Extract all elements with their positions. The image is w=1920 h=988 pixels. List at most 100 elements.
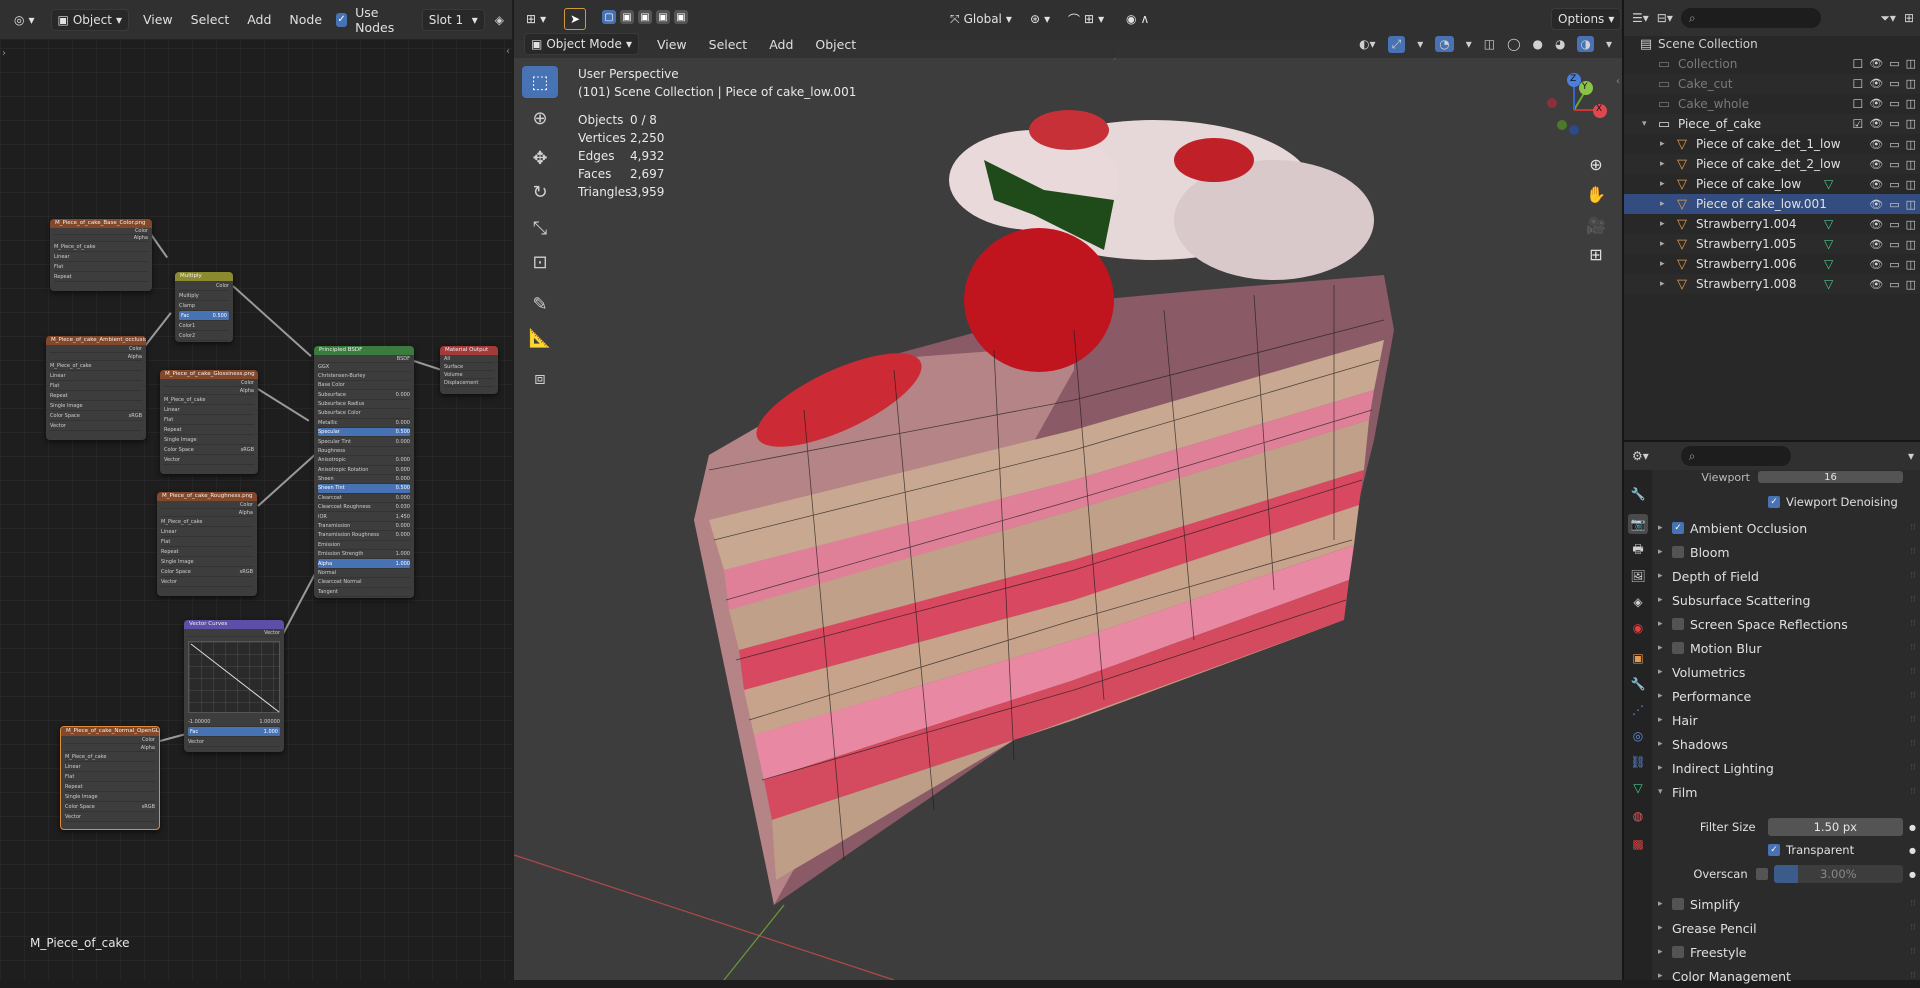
visibility-eye-icon[interactable]: 👁 [1869,138,1883,151]
panel-volumetrics[interactable]: ▸ Volumetrics ⁝⁝ [1658,660,1916,684]
visibility-eye-icon[interactable]: 👁 [1869,97,1883,111]
drag-handle-icon[interactable]: ⁝⁝ [1910,523,1916,533]
expand-right-icon[interactable]: ▸ [1658,595,1672,605]
node-mix-multiply[interactable]: Multiply Color Multiply Clamp Fac 0.500 C… [175,272,233,342]
outliner-search-input[interactable]: ⌕ [1680,8,1821,28]
extension-select[interactable]: Repeat [50,391,142,401]
expand-right-icon[interactable]: ▸ [1658,739,1672,749]
expand-down-icon[interactable]: ▾ [1658,787,1672,797]
viewport-monitor-icon[interactable]: ▭ [1889,158,1899,171]
pivot-point-select[interactable]: ⊛ ▾ [1024,8,1056,30]
navigation-gizmo[interactable]: X Y Z [1534,70,1614,140]
scene-tab-icon[interactable]: ◈ [1628,592,1648,612]
expand-right-icon[interactable]: ▸ [1658,923,1672,933]
socket-color[interactable]: Color [164,379,254,387]
modifier-tab-icon[interactable]: 🔧 [1628,674,1648,694]
panel-enable-checkbox[interactable] [1672,642,1684,654]
render-camera-icon[interactable]: ◫ [1906,117,1916,131]
menu-add[interactable]: Add [765,37,797,52]
socket-bsdf[interactable]: BSDF [318,355,410,363]
measure-tool-icon[interactable]: 📐 [522,322,558,354]
bsdf-input-clearcoat[interactable]: Clearcoat 0.000 [318,494,410,504]
bsdf-input-ior[interactable]: IOR 1.450 [318,512,410,522]
node-image-texture-roughness[interactable]: M_Piece_of_cake_Roughness.png Color Alph… [157,492,257,596]
sidebar-expand-icon[interactable]: ‹ [506,46,510,57]
menu-node[interactable]: Node [285,12,326,27]
bsdf-input-subsurface-radius[interactable]: Subsurface Radius [318,400,410,410]
mode-select[interactable]: ▣ Object Mode ▾ [524,33,639,55]
expand-right-icon[interactable]: ▸ [1658,763,1672,773]
menu-object[interactable]: Object [811,37,860,52]
select-subtract-icon[interactable]: ▣ [638,10,652,24]
snap-toggle[interactable]: ⌒ ⊞ ▾ [1062,8,1110,30]
source-select[interactable]: Single Image [164,435,254,445]
drag-handle-icon[interactable]: ⁝⁝ [1910,571,1916,581]
socket-vector[interactable]: Vector [161,577,253,587]
socket-alpha[interactable]: Alpha [54,235,148,242]
editor-type-button[interactable]: ⊞ ▾ [520,8,552,30]
xray-toggle-icon[interactable]: ◫ [1484,37,1495,51]
select-box-tool-icon[interactable]: ⬚ [522,66,558,98]
render-camera-icon[interactable]: ◫ [1906,77,1916,91]
bsdf-input-transmission-roughness[interactable]: Transmission Roughness 0.000 [318,531,410,541]
data-tab-icon[interactable]: ▽ [1628,778,1648,798]
render-camera-icon[interactable]: ◫ [1906,218,1916,231]
panel-enable-checkbox[interactable] [1672,898,1684,910]
distribution-select[interactable]: GGX [318,363,410,372]
texture-tab-icon[interactable]: ▩ [1628,834,1648,854]
cursor-tool-icon[interactable]: ⊕ [522,102,558,134]
exclude-checkbox[interactable]: ☑ [1852,117,1863,131]
socket-surface[interactable]: Surface [444,363,494,371]
render-camera-icon[interactable]: ◫ [1906,138,1916,151]
viewport-monitor-icon[interactable]: ▭ [1889,258,1899,271]
drag-handle-icon[interactable]: ⁝⁝ [1910,787,1916,797]
menu-select[interactable]: Select [187,12,234,27]
chevron-down-icon[interactable]: ▾ [1466,37,1472,51]
expand-right-icon[interactable]: ▸ [1660,199,1674,209]
panel-grease-pencil[interactable]: ▸ Grease Pencil ⁝⁝ [1658,916,1916,940]
drag-handle-icon[interactable]: ⁝⁝ [1910,595,1916,605]
zoom-icon[interactable]: ⊕ [1582,150,1610,178]
mesh-data-icon[interactable]: ▽ [1824,237,1833,251]
expand-right-icon[interactable]: ▸ [1660,279,1674,289]
camera-icon[interactable]: 🎥 [1582,211,1610,239]
outliner-item[interactable]: ▸ ▽ Piece of cake_low ▽ 👁 ▭ ◫ [1624,174,1920,194]
select-invert-icon[interactable]: ▣ [656,10,670,24]
node-vector-curves[interactable]: Vector Curves Vector -1.00000 1.00000 Fac… [184,620,284,752]
panel-performance[interactable]: ▸ Performance ⁝⁝ [1658,684,1916,708]
color-space-select[interactable]: Color Space sRGB [161,567,253,577]
fac-field[interactable]: Fac 0.500 [179,311,229,321]
subsurface-method-select[interactable]: Christensen-Burley [318,372,410,381]
socket-alpha[interactable]: Alpha [161,509,253,517]
panel-enable-checkbox[interactable] [1672,546,1684,558]
select-intersect-icon[interactable]: ▣ [674,10,688,24]
outliner[interactable]: ☰▾ ⊟▾ ⌕ ⏷▾ ⊞ ▤ Scene Collection ▭ Collect… [1622,0,1920,440]
panel-enable-checkbox[interactable] [1672,946,1684,958]
node-image-texture-normal[interactable]: M_Piece_of_cake_Normal_OpenGL.png Color … [60,726,160,830]
socket-alpha[interactable]: Alpha [50,353,142,361]
source-select[interactable]: Single Image [65,792,155,802]
bsdf-input-anisotropic-rotation[interactable]: Anisotropic Rotation 0.000 [318,466,410,475]
viewport-monitor-icon[interactable]: ▭ [1889,218,1899,231]
socket-color[interactable]: Color [65,736,155,744]
menu-view[interactable]: View [139,12,177,27]
chevron-down-icon[interactable]: ▾ [1417,37,1423,51]
drag-handle-icon[interactable]: ⁝⁝ [1910,739,1916,749]
transform-orientation-select[interactable]: ⤧ Global ▾ [944,8,1018,30]
expand-right-icon[interactable]: ▸ [1658,715,1672,725]
wireframe-shading-icon[interactable]: ◯ [1507,37,1520,51]
bsdf-input-subsurface[interactable]: Subsurface 0.000 [318,390,410,400]
color-space-select[interactable]: Color Space sRGB [50,411,142,421]
viewport-monitor-icon[interactable]: ▭ [1889,178,1899,191]
overscan-field[interactable]: 3.00% [1773,865,1904,883]
drag-handle-icon[interactable]: ⁝⁝ [1910,619,1916,629]
ortho-grid-icon[interactable]: ⊞ [1582,240,1610,268]
expand-right-icon[interactable]: ▸ [1658,523,1672,533]
socket-vector[interactable]: Vector [50,421,142,431]
socket-vector-in[interactable]: Vector [188,737,280,747]
image-field[interactable]: M_Piece_of_cake [65,752,155,762]
view-layer-tab-icon[interactable]: 🖼 [1628,566,1648,586]
panel-bloom[interactable]: ▸ Bloom ⁝⁝ [1658,540,1916,564]
drag-handle-icon[interactable]: ⁝⁝ [1910,667,1916,677]
panel-simplify[interactable]: ▸ Simplify ⁝⁝ [1658,892,1916,916]
